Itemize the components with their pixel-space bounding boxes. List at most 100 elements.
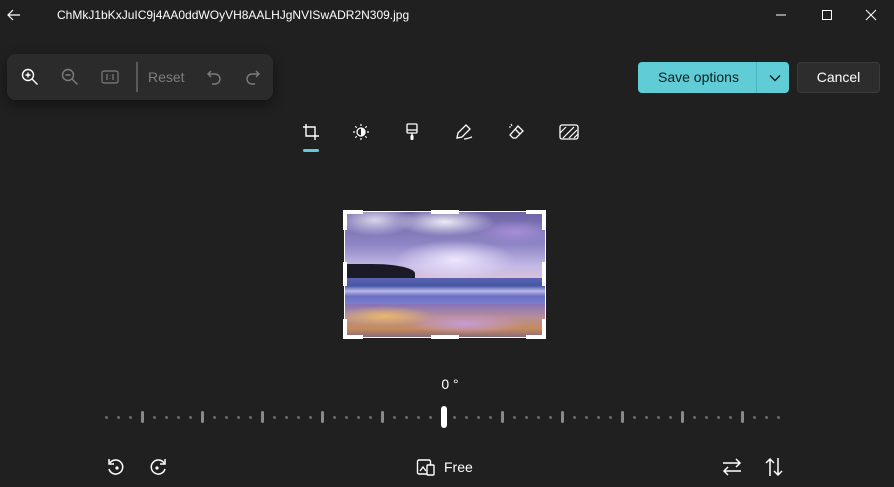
dial-dot xyxy=(513,416,516,419)
save-split-divider xyxy=(756,62,757,93)
dial-dot xyxy=(405,416,408,419)
filter-icon xyxy=(406,123,418,140)
dial-tick xyxy=(261,411,264,423)
zoom-toolbar: Reset xyxy=(7,54,273,100)
crop-handle-top-right-vertical[interactable] xyxy=(542,210,546,230)
tool-filter[interactable] xyxy=(399,119,425,145)
crop-frame[interactable] xyxy=(344,211,546,338)
crop-handle-bottom[interactable] xyxy=(431,335,459,339)
zoom-out-button[interactable] xyxy=(50,54,90,100)
dial-dot xyxy=(645,416,648,419)
crop-handle-bottom-left-vertical[interactable] xyxy=(343,319,347,339)
minimize-button[interactable] xyxy=(758,0,804,30)
dial-dot xyxy=(333,416,336,419)
dial-dot xyxy=(729,416,732,419)
dial-dot xyxy=(165,416,168,419)
dial-dot xyxy=(105,416,108,419)
markup-icon xyxy=(456,124,473,140)
dial-tick xyxy=(381,411,384,423)
chevron-down-icon xyxy=(769,74,781,81)
dial-dot xyxy=(129,416,132,419)
dial-dot xyxy=(429,416,432,419)
close-button[interactable] xyxy=(848,0,894,30)
crop-handle-top-left-vertical[interactable] xyxy=(343,210,347,230)
close-icon xyxy=(865,9,877,21)
dial-dot xyxy=(633,416,636,419)
crop-icon xyxy=(303,124,319,140)
back-arrow-icon xyxy=(7,9,20,21)
dial-dot xyxy=(777,416,780,419)
redo-button[interactable] xyxy=(233,54,273,100)
tool-crop[interactable] xyxy=(298,119,324,145)
rotate-left-button[interactable] xyxy=(103,454,129,480)
zoom-in-button[interactable] xyxy=(10,54,50,100)
save-options-label: Save options xyxy=(658,69,739,85)
dial-dot xyxy=(345,416,348,419)
dial-dot xyxy=(237,416,240,419)
dial-dot xyxy=(657,416,660,419)
flip-vertical-button[interactable] xyxy=(761,454,787,480)
aspect-ratio-icon xyxy=(416,459,435,476)
dial-dot xyxy=(453,416,456,419)
aspect-ratio-button[interactable]: Free xyxy=(416,454,473,480)
reset-button[interactable]: Reset xyxy=(148,54,185,100)
dial-dot xyxy=(189,416,192,419)
actual-size-button[interactable] xyxy=(90,54,130,100)
dial-dot xyxy=(285,416,288,419)
flip-vertical-icon xyxy=(765,457,783,477)
background-icon xyxy=(559,124,579,140)
dial-dot xyxy=(369,416,372,419)
dial-dot xyxy=(669,416,672,419)
rotation-angle-label: 0 ° xyxy=(441,376,459,392)
dial-tick xyxy=(561,411,564,423)
dial-dot xyxy=(249,416,252,419)
dial-tick xyxy=(501,411,504,423)
window-title: ChMkJ1bKxJuIC9j4AA0ddWOyVH8AALHJgNVISwAD… xyxy=(57,8,410,22)
zoom-in-icon xyxy=(21,68,38,85)
undo-button[interactable] xyxy=(194,54,234,100)
crop-handle-top[interactable] xyxy=(431,210,459,214)
dial-tick xyxy=(681,411,684,423)
crop-handle-bottom-right-vertical[interactable] xyxy=(542,319,546,339)
dial-dot xyxy=(705,416,708,419)
dial-dot xyxy=(549,416,552,419)
actual-size-icon xyxy=(101,70,119,84)
dial-tick xyxy=(141,411,144,423)
tool-background[interactable] xyxy=(556,119,582,145)
save-options-button[interactable]: Save options xyxy=(638,62,789,93)
back-button[interactable] xyxy=(0,0,28,30)
dial-dot xyxy=(117,416,120,419)
dial-tick xyxy=(201,411,204,423)
aspect-ratio-label: Free xyxy=(444,459,473,475)
dial-dot xyxy=(153,416,156,419)
dial-dot xyxy=(309,416,312,419)
rotation-dial-thumb[interactable] xyxy=(441,406,447,428)
active-tool-indicator xyxy=(303,149,319,152)
dial-tick xyxy=(621,411,624,423)
dial-dot xyxy=(465,416,468,419)
crop-handle-right[interactable] xyxy=(542,262,546,286)
dial-dot xyxy=(177,416,180,419)
rotate-right-button[interactable] xyxy=(145,454,171,480)
maximize-button[interactable] xyxy=(804,0,850,30)
erase-icon xyxy=(509,123,524,139)
dial-dot xyxy=(417,416,420,419)
save-options-dropdown[interactable] xyxy=(762,62,788,93)
tool-markup[interactable] xyxy=(451,119,477,145)
dial-dot xyxy=(273,416,276,419)
adjustment-icon xyxy=(353,124,369,140)
crop-handle-left[interactable] xyxy=(343,262,347,286)
dial-dot xyxy=(609,416,612,419)
flip-horizontal-button[interactable] xyxy=(719,454,745,480)
toolbar-separator xyxy=(136,62,138,92)
tool-erase[interactable] xyxy=(504,119,530,145)
tool-adjustment[interactable] xyxy=(348,119,374,145)
dial-dot xyxy=(297,416,300,419)
undo-icon xyxy=(207,70,221,85)
dial-dot xyxy=(225,416,228,419)
dial-dot xyxy=(525,416,528,419)
dial-dot xyxy=(489,416,492,419)
flip-horizontal-icon xyxy=(722,458,742,476)
cancel-button[interactable]: Cancel xyxy=(797,62,880,93)
rotate-left-icon xyxy=(108,459,124,475)
